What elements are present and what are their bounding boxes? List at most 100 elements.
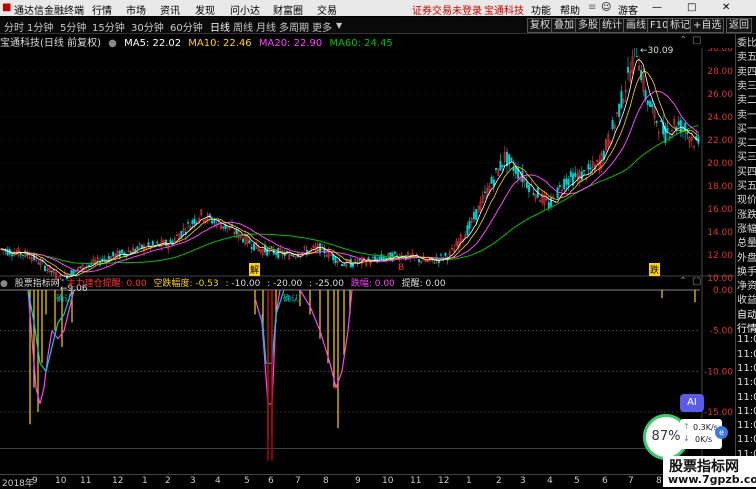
date-tick-label: 7 [628,476,634,486]
tool-fuquan[interactable]: 复权 [527,18,553,33]
chevron-down-icon[interactable]: ▼ [336,21,342,30]
price-tick-label: 14.00 [707,228,733,238]
confirm-label: 确认 [283,294,299,303]
candle-body [222,226,225,229]
quote-panel-label: 11:0 [737,334,756,346]
high-price-label: ←30.09 [640,46,673,56]
price-tick-label: 28.00 [707,67,733,77]
candle-body [358,259,361,261]
hamburger-icon[interactable]: ≡ [588,2,596,13]
candle-body [250,247,253,249]
stock-link[interactable]: 宝通科技 [484,2,524,17]
candle-body [272,249,275,255]
tool-back[interactable]: 返回 [726,18,752,33]
confirm-label: 确认 [56,294,72,303]
candle-body [6,248,9,256]
tool-diejia[interactable]: 叠加 [551,18,577,33]
tool-huaxian[interactable]: 画线 [623,18,649,33]
tool-tongji[interactable]: 统计 [599,18,625,33]
period-daily[interactable]: 日线 [210,19,230,34]
quote-panel-label: 11:0 [737,434,756,446]
event-marker-die[interactable]: 跌 [649,263,661,276]
login-warning[interactable]: 证券交易未登录 [412,2,482,17]
quote-panel-label: 11:0 [737,420,756,432]
menu-shichang[interactable]: 市场 [126,2,146,17]
tool-add-watchlist[interactable]: +自选 [690,18,725,33]
candle-body [107,256,110,262]
candle-body [151,241,154,246]
quote-panel-label: 买一 [737,123,756,135]
quote-panel-label: 涨幅 [737,223,756,235]
date-tick-label: 4 [547,476,553,486]
user-icon[interactable]: ☺ [601,2,611,13]
period-60min[interactable]: 60分钟 [170,19,203,34]
candle-body [589,167,592,170]
quote-panel-label: 收益 [737,295,756,307]
menu-jiaoyi[interactable]: 交易 [317,2,337,17]
period-monthly[interactable]: 月线 [256,19,276,34]
price-tick-label: 20.00 [707,159,733,169]
candle-body [646,100,649,105]
candle-body [241,238,244,243]
ai-button[interactable]: AI [680,394,704,412]
ma10-line [0,71,699,277]
period-5min[interactable]: 5分钟 [60,19,86,34]
menu-caifuquan[interactable]: 财富圈 [273,2,303,17]
menu-bangzhu[interactable]: 帮助 [560,2,580,17]
candle-body [290,254,293,256]
price-axis: 30.00 28.00 26.00 24.00 22.00 20.00 18.00 16.00… [707,48,733,284]
indicator-chart: 0.00 -5.00 -10.00 -15.00 [0,286,733,461]
candle-body [79,266,82,268]
minimize-button[interactable]: — [652,2,662,13]
date-tick-label: 11 [80,476,92,486]
menu-hangqing[interactable]: 行情 [92,2,112,17]
candle-body [10,254,13,257]
menu-faxian[interactable]: 发现 [195,2,215,17]
candle-body [393,251,396,254]
period-multi[interactable]: 多周期 [279,19,309,34]
app-logo-icon: ■ [2,2,12,13]
candle-body [501,164,504,167]
candle-body [666,128,669,132]
tool-duogu[interactable]: 多股 [575,18,601,33]
maximize-button[interactable]: □ [687,2,696,13]
candle-body [651,103,654,108]
candlesticks [0,48,700,284]
chart-up-icon[interactable]: ⌃ [679,35,687,46]
period-1min[interactable]: 1分钟 [27,19,53,34]
candle-body [343,264,346,266]
speedup-icon[interactable]: e [715,426,728,439]
menu-wenxiaoda[interactable]: 问小达 [230,2,260,17]
candle-body [186,221,189,224]
close-button[interactable]: ✕ [722,2,730,13]
event-marker-jie[interactable]: 解 [249,263,261,276]
period-weekly[interactable]: 周线 [233,19,253,34]
menu-youke[interactable]: 游客 [618,2,638,17]
period-30min[interactable]: 30分钟 [131,19,164,34]
quote-panel-label[interactable]: 自动 [737,306,756,321]
menu-zixun[interactable]: 资讯 [160,2,180,17]
period-more[interactable]: 更多 [312,19,332,34]
candle-body [468,221,471,229]
event-marker-b[interactable]: B [398,263,404,273]
candle-body [374,256,377,260]
menu-gongneng[interactable]: 功能 [531,2,551,17]
period-fenshi[interactable]: 分时 [4,19,24,34]
price-tick-label: 18.00 [707,182,733,192]
candle-body [334,256,337,263]
candle-body [490,177,493,184]
candle-body [169,239,172,243]
price-tick-label: 26.00 [707,90,733,100]
period-15min[interactable]: 15分钟 [92,19,125,34]
candle-body [569,171,572,178]
date-tick-label: 6 [602,476,608,486]
date-tick-label: 6 [268,476,274,486]
indicator-field-5: : -25.00 [309,279,344,289]
indicator-name[interactable]: 股票指标网 [15,279,60,289]
kline-chart[interactable]: 30.00 28.00 26.00 24.00 22.00 20.00 18.00 16.00… [0,48,735,474]
chart-settings-icon[interactable]: ▢ [692,35,701,46]
date-tick-label: 8 [656,476,662,486]
date-tick-label: 9 [32,476,38,486]
cyan-curve [261,289,285,364]
indicator-toggle-icon[interactable]: ● [0,279,8,289]
